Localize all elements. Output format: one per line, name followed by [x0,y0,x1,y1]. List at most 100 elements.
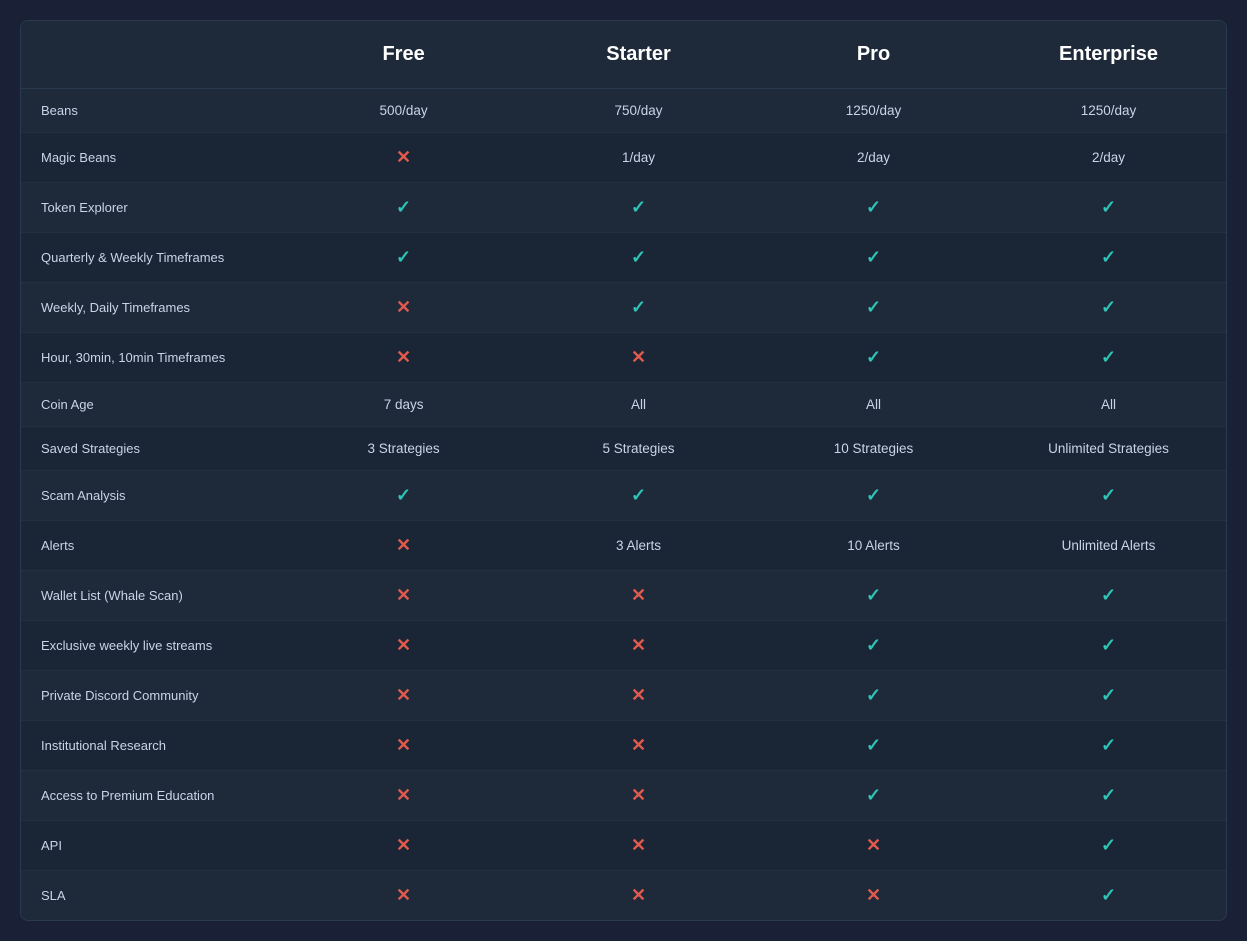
feature-label: Hour, 30min, 10min Timeframes [21,333,286,383]
cell-free: ✕ [286,771,521,821]
cell-enterprise: ✓ [991,621,1226,671]
check-icon: ✓ [866,635,881,655]
cross-icon: ✕ [631,735,646,755]
table-row: Alerts✕3 Alerts10 AlertsUnlimited Alerts [21,521,1226,571]
cell-pro: 1250/day [756,89,991,133]
cell-value: 2/day [1092,150,1125,165]
cell-pro: ✓ [756,333,991,383]
cell-value: All [1101,397,1116,412]
cross-icon: ✕ [396,585,411,605]
cell-enterprise: ✓ [991,571,1226,621]
cell-starter: ✕ [521,821,756,871]
cell-pro: ✓ [756,283,991,333]
feature-label: Alerts [21,521,286,571]
check-icon: ✓ [866,485,881,505]
feature-label: Saved Strategies [21,427,286,471]
check-icon: ✓ [1101,685,1116,705]
cell-enterprise: ✓ [991,771,1226,821]
table-row: Coin Age7 daysAllAllAll [21,383,1226,427]
cell-enterprise: Unlimited Strategies [991,427,1226,471]
cell-enterprise: ✓ [991,233,1226,283]
cell-enterprise: ✓ [991,283,1226,333]
cell-starter: ✓ [521,233,756,283]
cell-starter: 5 Strategies [521,427,756,471]
plan-header-free: Free [286,21,521,89]
cell-starter: ✕ [521,671,756,721]
table-row: Hour, 30min, 10min Timeframes✕✕✓✓ [21,333,1226,383]
table-row: Quarterly & Weekly Timeframes✓✓✓✓ [21,233,1226,283]
feature-label: Institutional Research [21,721,286,771]
cross-icon: ✕ [396,535,411,555]
check-icon: ✓ [1101,297,1116,317]
check-icon: ✓ [1101,835,1116,855]
cell-pro: ✓ [756,233,991,283]
cell-value: 2/day [857,150,890,165]
cell-free: ✕ [286,571,521,621]
cell-enterprise: ✓ [991,871,1226,921]
cell-enterprise: ✓ [991,333,1226,383]
cell-starter: ✕ [521,771,756,821]
cell-starter: 750/day [521,89,756,133]
cell-starter: ✕ [521,871,756,921]
cross-icon: ✕ [631,885,646,905]
cell-pro: ✓ [756,671,991,721]
feature-label: Scam Analysis [21,471,286,521]
cell-free: ✕ [286,133,521,183]
cell-free: 500/day [286,89,521,133]
cell-value: 1/day [622,150,655,165]
cell-value: 3 Strategies [368,441,440,456]
cell-value: 500/day [380,103,428,118]
cross-icon: ✕ [396,347,411,367]
check-icon: ✓ [1101,585,1116,605]
cell-pro: ✓ [756,771,991,821]
cell-value: 5 Strategies [603,441,675,456]
cell-free: ✓ [286,471,521,521]
cell-value: All [631,397,646,412]
cell-pro: ✕ [756,821,991,871]
cell-free: ✕ [286,621,521,671]
feature-label: Weekly, Daily Timeframes [21,283,286,333]
cell-pro: ✓ [756,621,991,671]
cell-value: 7 days [384,397,424,412]
cross-icon: ✕ [866,835,881,855]
table-row: Private Discord Community✕✕✓✓ [21,671,1226,721]
feature-label: Quarterly & Weekly Timeframes [21,233,286,283]
cell-enterprise: ✓ [991,721,1226,771]
cross-icon: ✕ [396,297,411,317]
cell-enterprise: ✓ [991,821,1226,871]
cross-icon: ✕ [631,635,646,655]
cell-value: 1250/day [846,103,902,118]
table-row: Beans500/day750/day1250/day1250/day [21,89,1226,133]
cell-enterprise: All [991,383,1226,427]
feature-label: Exclusive weekly live streams [21,621,286,671]
cell-enterprise: ✓ [991,471,1226,521]
cell-pro: 10 Strategies [756,427,991,471]
check-icon: ✓ [1101,785,1116,805]
plan-header-starter: Starter [521,21,756,89]
cross-icon: ✕ [631,785,646,805]
table-row: Magic Beans✕1/day2/day2/day [21,133,1226,183]
cell-enterprise: Unlimited Alerts [991,521,1226,571]
cell-enterprise: ✓ [991,183,1226,233]
check-icon: ✓ [631,247,646,267]
cell-starter: ✕ [521,333,756,383]
cell-starter: ✕ [521,571,756,621]
pricing-table: Free Starter Pro Enterprise Beans500/day… [20,20,1227,921]
check-icon: ✓ [1101,735,1116,755]
cell-free: ✕ [286,333,521,383]
check-icon: ✓ [866,585,881,605]
cross-icon: ✕ [396,147,411,167]
cross-icon: ✕ [866,885,881,905]
table-row: Exclusive weekly live streams✕✕✓✓ [21,621,1226,671]
table-row: Access to Premium Education✕✕✓✓ [21,771,1226,821]
cross-icon: ✕ [396,685,411,705]
cell-value: All [866,397,881,412]
check-icon: ✓ [866,247,881,267]
cell-enterprise: ✓ [991,671,1226,721]
check-icon: ✓ [1101,635,1116,655]
cell-free: ✓ [286,183,521,233]
cross-icon: ✕ [396,835,411,855]
cell-pro: ✓ [756,471,991,521]
feature-label: Wallet List (Whale Scan) [21,571,286,621]
cell-free: ✕ [286,721,521,771]
